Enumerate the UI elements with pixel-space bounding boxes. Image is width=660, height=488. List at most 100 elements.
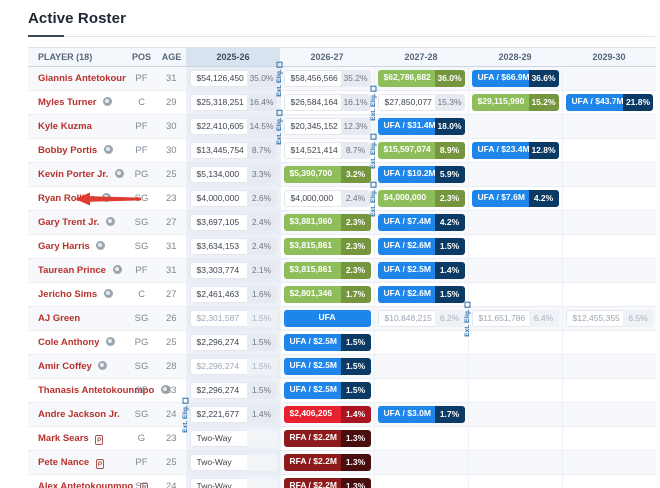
col-header-pos[interactable]: POS xyxy=(126,48,157,67)
fa-option-box[interactable]: UFA / $66.9M36.6% xyxy=(472,70,559,87)
pending-contract-icon[interactable]: P xyxy=(96,459,104,469)
col-header-age[interactable]: AGE xyxy=(157,48,186,67)
player-name-link[interactable]: Jericho Sims xyxy=(38,289,97,300)
player-name-link[interactable]: Gary Harris xyxy=(38,241,90,252)
player-name-link[interactable]: Myles Turner xyxy=(38,97,96,108)
cap-percent: 36.6% xyxy=(529,70,559,87)
season-cell: $2,301,5871.5% xyxy=(186,307,280,331)
fa-option-box[interactable]: RFA / $2.2M1.3% xyxy=(284,430,371,447)
player-name-link[interactable]: Amir Coffey xyxy=(38,361,92,372)
fa-option-box[interactable]: UFA / $10.2M5.9% xyxy=(378,166,465,183)
fa-option-box[interactable]: $3,815,8612.3% xyxy=(284,262,371,279)
table-row: Kevin Porter Jr. PG 25 $5,134,0003.3%$5,… xyxy=(28,163,656,187)
contract-note-icon[interactable] xyxy=(103,97,112,106)
salary-value: $20,345,152 xyxy=(284,118,341,135)
fa-option-box[interactable]: $2,406,2051.4% xyxy=(284,406,371,423)
salary-value: UFA / $31.4M xyxy=(378,118,435,135)
fa-option-box[interactable]: UFA / $2.5M1.4% xyxy=(378,262,465,279)
player-name-link[interactable]: Pete Nance xyxy=(38,457,89,468)
player-name-link[interactable]: Kyle Kuzma xyxy=(38,121,92,132)
season-cell xyxy=(468,259,562,283)
salary-box: $13,445,7548.7% xyxy=(190,142,277,159)
season-cell xyxy=(562,283,656,307)
fa-option-box[interactable]: UFA / $7.4M4.2% xyxy=(378,214,465,231)
salary-value: UFA xyxy=(319,310,336,327)
ufa-button[interactable]: UFA xyxy=(284,310,371,327)
cap-percent: 6.2% xyxy=(435,310,465,327)
contract-note-icon[interactable] xyxy=(106,217,115,226)
player-name-link[interactable]: Andre Jackson Jr. xyxy=(38,409,120,420)
season-cell: Ext. Elig.$27,850,07715.3% xyxy=(374,91,468,115)
cap-percent: 2.3% xyxy=(341,262,371,279)
season-cell: $3,815,8612.3% xyxy=(280,235,374,259)
player-name-link[interactable]: Cole Anthony xyxy=(38,337,99,348)
col-header-2025-26[interactable]: 2025-26 xyxy=(186,48,280,67)
fa-option-box[interactable]: $3,881,9602.3% xyxy=(284,214,371,231)
fa-option-box[interactable]: $29,115,99015.2% xyxy=(472,94,559,111)
fa-option-box[interactable]: $5,390,7003.2% xyxy=(284,166,371,183)
season-cell: RFA / $2.2M1.3% xyxy=(280,475,374,488)
season-cell: $2,296,2741.5% xyxy=(186,331,280,355)
fa-option-box[interactable]: UFA / $23.4M12.8% xyxy=(472,142,559,159)
fa-option-box[interactable]: UFA / $2.6M1.5% xyxy=(378,286,465,303)
player-name-link[interactable]: Taurean Prince xyxy=(38,265,106,276)
fa-option-box[interactable]: RFA / $2.2M1.3% xyxy=(284,454,371,471)
fa-option-box[interactable]: UFA / $2.5M1.5% xyxy=(284,358,371,375)
contract-note-icon[interactable] xyxy=(102,193,111,202)
contract-note-icon[interactable] xyxy=(115,169,124,178)
fa-option-box[interactable]: UFA / $7.6M4.2% xyxy=(472,190,559,207)
fa-option-box[interactable]: UFA / $3.0M1.7% xyxy=(378,406,465,423)
fa-option-box[interactable]: UFA / $43.7M21.8% xyxy=(566,94,654,111)
fa-option-box[interactable]: $62,786,68236.0% xyxy=(378,70,465,87)
season-cell: Ext. Elig.$20,345,15212.3% xyxy=(280,115,374,139)
player-name-link[interactable]: Mark Sears xyxy=(38,433,89,444)
salary-value: $2,296,274 xyxy=(190,358,247,375)
fa-option-box[interactable]: RFA / $2.2M1.3% xyxy=(284,478,371,488)
salary-value: $3,303,774 xyxy=(190,262,247,279)
salary-value: $10,848,215 xyxy=(378,310,435,327)
player-name-link[interactable]: AJ Green xyxy=(38,313,80,324)
col-header-player[interactable]: PLAYER (18) xyxy=(28,48,126,67)
fa-option-box[interactable]: $4,000,0002.3% xyxy=(378,190,465,207)
cap-percent: 6.4% xyxy=(529,310,559,327)
col-header-2026-27[interactable]: 2026-27 xyxy=(280,48,374,67)
salary-box: $4,000,0002.4% xyxy=(284,190,371,207)
table-row: Myles Turner C 29 $25,318,25116.4%$26,58… xyxy=(28,91,656,115)
player-name-link[interactable]: Kevin Porter Jr. xyxy=(38,169,108,180)
player-name-link[interactable]: Ryan Rollins xyxy=(38,193,96,204)
salary-box: $3,634,1532.4% xyxy=(190,238,277,255)
table-row: Alex Antetokounmpo P SF 24 Two-WayRFA / … xyxy=(28,475,656,488)
contract-note-icon[interactable] xyxy=(96,241,105,250)
fa-option-box[interactable]: $2,801,3461.7% xyxy=(284,286,371,303)
salary-value: $26,584,164 xyxy=(284,94,341,111)
fa-option-box[interactable]: UFA / $31.4M18.0% xyxy=(378,118,465,135)
contract-note-icon[interactable] xyxy=(104,289,113,298)
player-name-link[interactable]: Gary Trent Jr. xyxy=(38,217,99,228)
salary-value: UFA / $66.9M xyxy=(472,70,529,87)
player-position: PF xyxy=(126,115,157,139)
season-cell: $5,134,0003.3% xyxy=(186,163,280,187)
contract-note-icon[interactable] xyxy=(104,145,113,154)
salary-box: $20,345,15212.3% xyxy=(284,118,371,135)
pending-contract-icon[interactable]: P xyxy=(95,435,103,445)
col-header-2027-28[interactable]: 2027-28 xyxy=(374,48,468,67)
salary-value: $5,390,700 xyxy=(284,166,341,183)
fa-option-box[interactable]: UFA / $2.5M1.5% xyxy=(284,334,371,351)
player-age: 30 xyxy=(157,115,186,139)
salary-value: $4,000,000 xyxy=(284,190,341,207)
cap-percent: 2.4% xyxy=(341,190,371,207)
player-name-link[interactable]: Alex Antetokounmpo xyxy=(38,481,133,488)
col-header-2028-29[interactable]: 2028-29 xyxy=(468,48,562,67)
fa-option-box[interactable]: $3,815,8612.3% xyxy=(284,238,371,255)
fa-option-box[interactable]: UFA / $2.5M1.5% xyxy=(284,382,371,399)
cap-percent: 4.2% xyxy=(529,190,559,207)
contract-note-icon[interactable] xyxy=(113,265,122,274)
contract-note-icon[interactable] xyxy=(98,361,107,370)
col-header-2029-30[interactable]: 2029-30 xyxy=(562,48,656,67)
season-cell: UFA / $2.5M1.5% xyxy=(280,379,374,403)
player-name-link[interactable]: Bobby Portis xyxy=(38,145,97,156)
fa-option-box[interactable]: $15,597,0748.9% xyxy=(378,142,465,159)
season-cell: Ext. Elig.$2,221,6771.4% xyxy=(186,403,280,427)
fa-option-box[interactable]: UFA / $2.6M1.5% xyxy=(378,238,465,255)
contract-note-icon[interactable] xyxy=(106,337,115,346)
